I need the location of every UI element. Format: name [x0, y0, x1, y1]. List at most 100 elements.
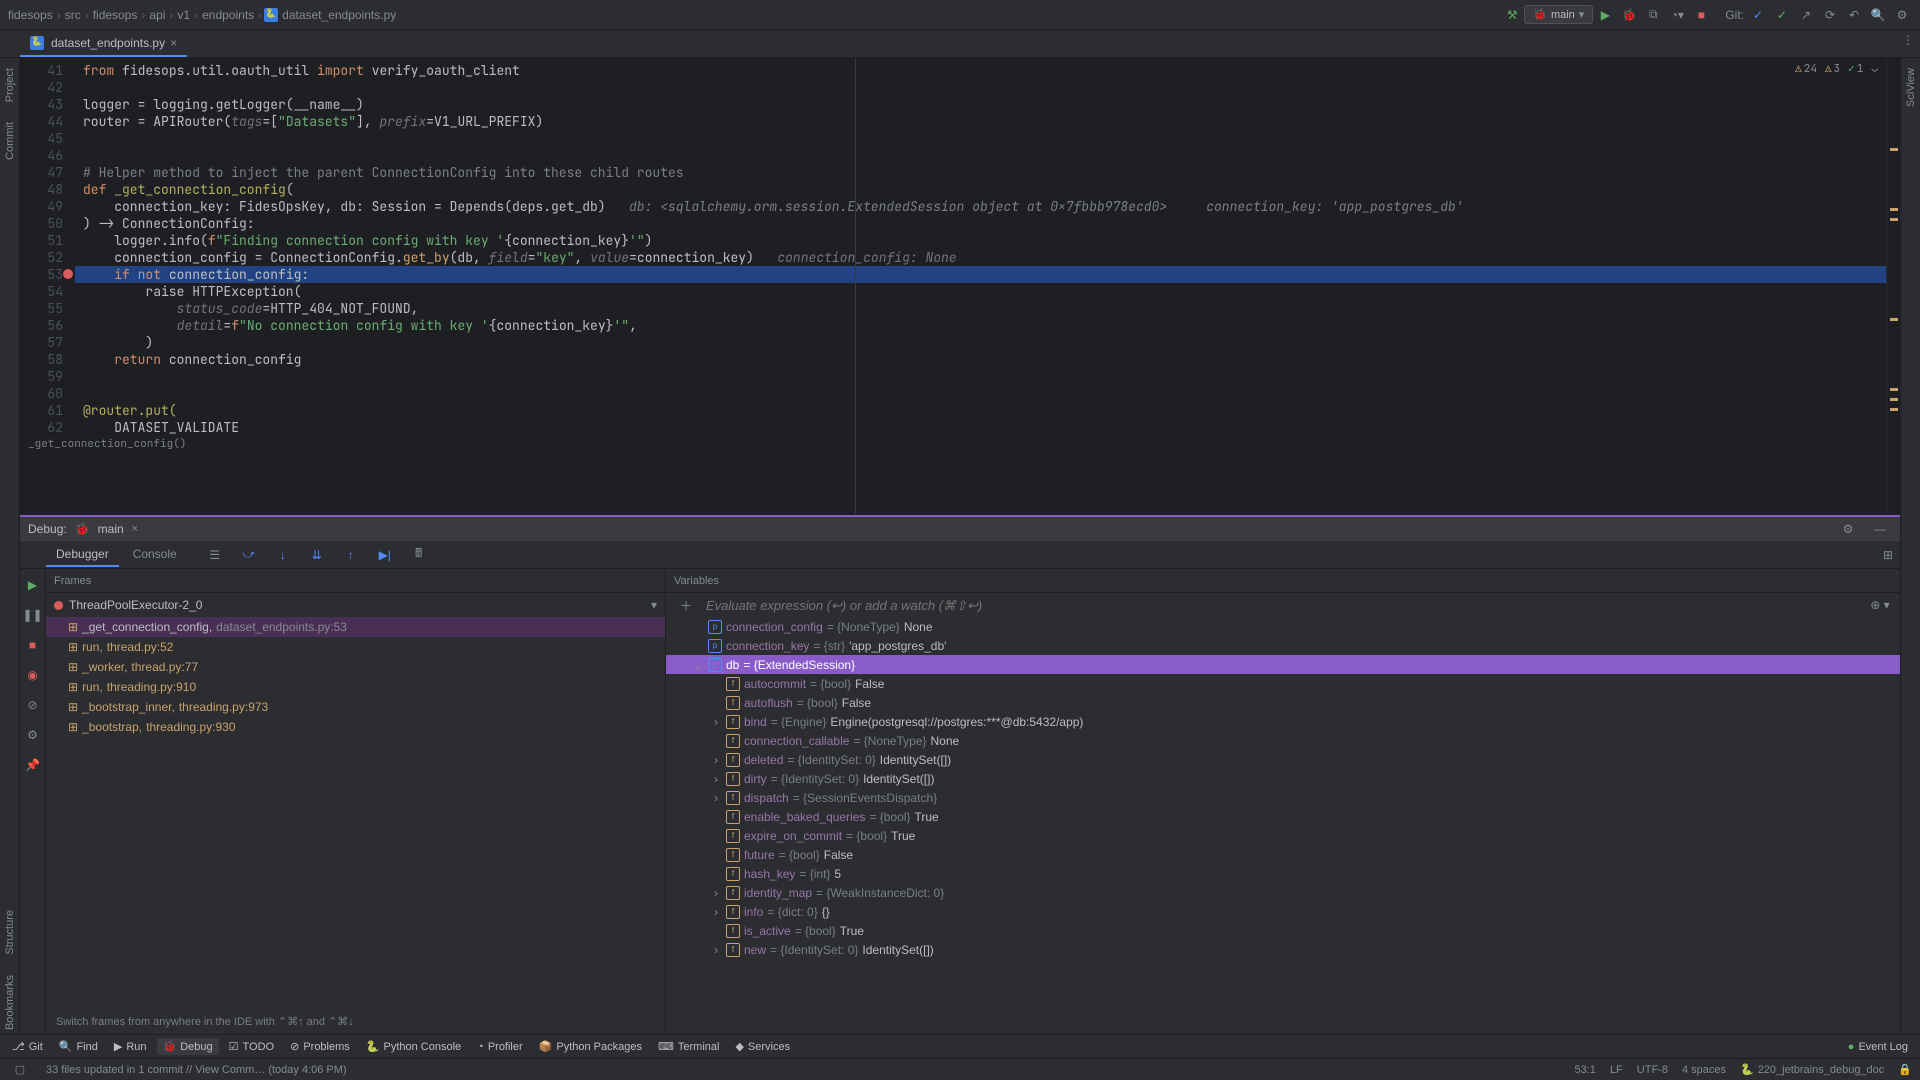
add-watch-icon[interactable]: ＋ [676, 595, 696, 615]
file-encoding[interactable]: UTF-8 [1637, 1064, 1668, 1076]
tab-debugger[interactable]: Debugger [46, 543, 119, 567]
run-config-selector[interactable]: 🐞main▾ [1524, 5, 1593, 24]
caret-position[interactable]: 53:1 [1575, 1064, 1596, 1076]
git-commit-icon[interactable]: ✓ [1772, 5, 1792, 25]
variable-row[interactable]: ›f identity_map = {WeakInstanceDict: 0} [666, 883, 1900, 902]
stack-frame[interactable]: ⊞ _get_connection_config, dataset_endpoi… [46, 617, 665, 637]
crumb[interactable]: endpoints [200, 8, 256, 22]
step-out-icon[interactable]: ↑ [341, 545, 361, 565]
inspection-widget[interactable]: 24 3 1 ⌄ [1795, 62, 1878, 76]
tool-todo[interactable]: ☑TODO [223, 1038, 280, 1055]
crumb[interactable]: v1 [175, 8, 192, 22]
debug-minimize-icon[interactable]: — [1870, 519, 1890, 539]
git-push-icon[interactable]: ↗ [1796, 5, 1816, 25]
tool-find[interactable]: 🔍Find [53, 1038, 104, 1055]
stack-frame[interactable]: ⊞ _bootstrap, threading.py:930 [46, 717, 665, 737]
tool-pypkg[interactable]: 📦Python Packages [533, 1038, 648, 1055]
tool-problems[interactable]: ⊘Problems [284, 1038, 356, 1055]
search-everywhere-icon[interactable]: 🔍 [1868, 5, 1888, 25]
error-stripe[interactable] [1886, 58, 1900, 514]
tab-options-icon[interactable]: ⋮ [1898, 30, 1918, 50]
debug-button[interactable]: 🐞 [1619, 5, 1639, 25]
git-update-icon[interactable]: ✓ [1748, 5, 1768, 25]
tool-debug[interactable]: 🐞Debug [157, 1038, 219, 1055]
crumb[interactable]: api [147, 8, 167, 22]
tool-profiler[interactable]: ◔Profiler [471, 1039, 529, 1055]
layout-icon[interactable]: ⊞ [1878, 545, 1898, 565]
pause-icon[interactable]: ❚❚ [23, 605, 43, 625]
step-over-icon[interactable]: ⤻ [239, 545, 259, 565]
run-button[interactable]: ▶ [1595, 5, 1615, 25]
resume-icon[interactable]: ▶ [23, 575, 43, 595]
stack-frame[interactable]: ⊞ run, thread.py:52 [46, 637, 665, 657]
code-editor[interactable]: 24 3 1 ⌄ from fidesops.util.oauth_util i… [75, 58, 1886, 514]
step-into-my-icon[interactable]: ⇊ [307, 545, 327, 565]
tool-bookmarks[interactable]: Bookmarks [4, 971, 16, 1034]
toolwindow-toggle-icon[interactable]: ▢ [10, 1060, 30, 1080]
debug-settings-icon[interactable]: ⚙ [1838, 519, 1858, 539]
variable-row[interactable]: f hash_key = {int} 5 [666, 864, 1900, 883]
evaluate-icon[interactable]: 🖩 [409, 545, 429, 565]
close-tab-icon[interactable]: × [170, 36, 177, 50]
step-into-icon[interactable]: ↓ [273, 545, 293, 565]
view-breakpoints-icon[interactable]: ◉ [23, 665, 43, 685]
variable-row[interactable]: ›f bind = {Engine} Engine(postgresql://p… [666, 712, 1900, 731]
crumb-file[interactable]: dataset_endpoints.py [280, 8, 398, 22]
variable-row[interactable]: ⌄p db = {ExtendedSession} [666, 655, 1900, 674]
breakpoint-icon[interactable] [63, 269, 73, 279]
readonly-lock-icon[interactable]: 🔒 [1898, 1063, 1912, 1076]
file-tab[interactable]: dataset_endpoints.py × [20, 30, 187, 57]
tool-run[interactable]: ▶Run [108, 1038, 153, 1055]
tool-terminal[interactable]: ⌨Terminal [652, 1038, 725, 1055]
variable-row[interactable]: ›f info = {dict: 0} {} [666, 902, 1900, 921]
settings-icon[interactable]: ⚙ [1892, 5, 1912, 25]
variable-row[interactable]: f is_active = {bool} True [666, 921, 1900, 940]
tool-commit[interactable]: Commit [4, 118, 16, 164]
variable-row[interactable]: p connection_config = {NoneType} None [666, 617, 1900, 636]
debug-settings2-icon[interactable]: ⚙ [23, 725, 43, 745]
mute-breakpoints-icon[interactable]: ⊘ [23, 695, 43, 715]
crumb[interactable]: fidesops [91, 8, 140, 22]
stop-button[interactable]: ■ [1691, 5, 1711, 25]
stack-frame[interactable]: ⊞ run, threading.py:910 [46, 677, 665, 697]
git-revert-icon[interactable]: ↶ [1844, 5, 1864, 25]
crumb[interactable]: fidesops [6, 8, 55, 22]
crumb[interactable]: src [63, 8, 83, 22]
git-history-icon[interactable]: ⟳ [1820, 5, 1840, 25]
line-separator[interactable]: LF [1610, 1064, 1623, 1076]
evaluate-input[interactable] [706, 598, 1860, 613]
variable-row[interactable]: f enable_baked_queries = {bool} True [666, 807, 1900, 826]
stop-icon[interactable]: ■ [23, 635, 43, 655]
tool-pyconsole[interactable]: 🐍Python Console [360, 1038, 467, 1055]
pin-icon[interactable]: 📌 [23, 755, 43, 775]
variable-row[interactable]: f future = {bool} False [666, 845, 1900, 864]
event-log[interactable]: ●Event Log [1842, 1039, 1914, 1055]
variable-row[interactable]: ›f dirty = {IdentitySet: 0} IdentitySet(… [666, 769, 1900, 788]
python-interpreter[interactable]: 🐍 220_jetbrains_debug_doc [1740, 1063, 1884, 1076]
tool-services[interactable]: ◆Services [729, 1038, 796, 1055]
variable-row[interactable]: f expire_on_commit = {bool} True [666, 826, 1900, 845]
tool-structure[interactable]: Structure [4, 906, 16, 959]
variable-row[interactable]: ›f deleted = {IdentitySet: 0} IdentitySe… [666, 750, 1900, 769]
step-list-icon[interactable]: ☰ [205, 545, 225, 565]
eval-options-icon[interactable]: ⊕ ▾ [1870, 595, 1890, 615]
variable-row[interactable]: ›f dispatch = {SessionEventsDispatch} [666, 788, 1900, 807]
profile-icon[interactable]: ◔▾ [1667, 5, 1687, 25]
status-message[interactable]: 33 files updated in 1 commit // View Com… [46, 1064, 347, 1076]
thread-selector[interactable]: ThreadPoolExecutor-2_0 ▾ [46, 593, 665, 617]
editor-gutter[interactable]: 414243 444546 474849 505152 53 545556 57… [20, 58, 75, 514]
variable-row[interactable]: f connection_callable = {NoneType} None [666, 731, 1900, 750]
variable-row[interactable]: f autoflush = {bool} False [666, 693, 1900, 712]
variable-row[interactable]: f autocommit = {bool} False [666, 674, 1900, 693]
run-to-cursor-icon[interactable]: ▶| [375, 545, 395, 565]
tool-git[interactable]: ⎇Git [6, 1038, 49, 1055]
debug-run-config[interactable]: main [98, 522, 124, 536]
variable-row[interactable]: p connection_key = {str} 'app_postgres_d… [666, 636, 1900, 655]
coverage-icon[interactable]: ⧉ [1643, 5, 1663, 25]
build-icon[interactable]: ⚒ [1502, 5, 1522, 25]
stack-frame[interactable]: ⊞ _bootstrap_inner, threading.py:973 [46, 697, 665, 717]
tab-console[interactable]: Console [123, 543, 187, 567]
variable-row[interactable]: ›f new = {IdentitySet: 0} IdentitySet([]… [666, 940, 1900, 959]
tool-sciview[interactable]: SciView [1905, 64, 1917, 111]
tool-project[interactable]: Project [4, 64, 16, 106]
